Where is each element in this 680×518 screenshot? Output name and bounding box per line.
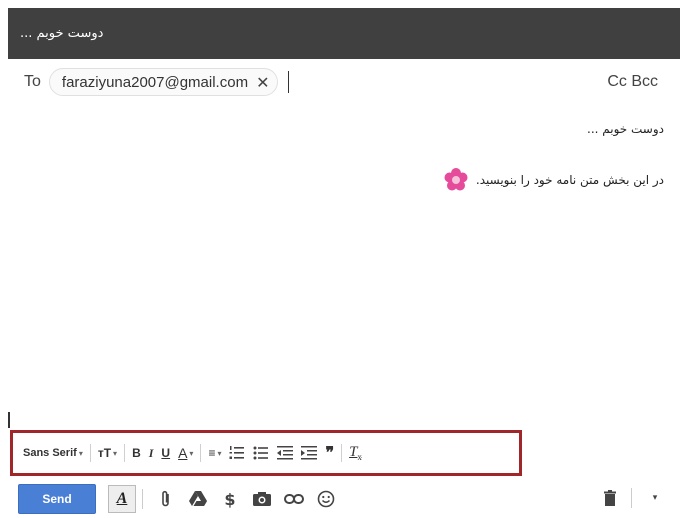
send-button[interactable]: Send [18,484,96,514]
quote-icon: ❞ [325,445,335,462]
divider [124,444,126,462]
close-icon[interactable]: ✕ [256,73,269,92]
insert-photo-button[interactable] [247,485,277,513]
indent-less-button[interactable] [273,439,297,467]
paperclip-icon [162,490,169,507]
bold-button[interactable]: B [128,439,145,467]
message-line-2: در این بخش متن نامه خود را بنویسید. [475,173,664,187]
message-line-1[interactable]: دوست خوبم ... [587,122,664,136]
send-money-button[interactable]: $ [215,485,245,513]
align-button[interactable]: ≡ ▾ [204,439,225,467]
chevron-down-icon: ▾ [113,448,118,458]
attach-button[interactable] [151,485,181,513]
numbered-list-icon [229,446,245,459]
camera-icon [253,492,271,506]
text-color-icon: A [178,445,188,461]
divider [631,488,632,508]
recipients-row[interactable]: To faraziyuna2007@gmail.com ✕ Cc Bcc [8,62,680,102]
discard-draft-button[interactable] [595,484,625,512]
indent-more-button[interactable] [297,439,321,467]
divider [142,489,143,509]
remove-formatting-icon: Tx [349,444,362,462]
chevron-down-icon: ▾ [78,448,83,458]
cc-bcc-link[interactable]: Cc Bcc [607,73,658,91]
indent-less-icon [277,446,294,460]
italic-icon: I [148,445,154,460]
divider [89,444,91,462]
align-left-icon: ≡ [208,446,216,460]
remove-formatting-button[interactable]: Tx [345,439,366,467]
font-size-icon: тT [97,446,112,460]
trash-icon [604,490,616,506]
numbered-list-button[interactable] [225,439,249,467]
underline-icon: U [161,446,171,460]
font-size-button[interactable]: тT ▾ [94,439,121,467]
message-line-2-row[interactable]: در این بخش متن نامه خود را بنویسید. [442,166,664,194]
more-options-button[interactable]: ▾ [640,484,670,512]
formatting-toolbar: Sans Serif ▾ тT ▾ B I U A ▾ ≡ ▾ ❞ Tx [10,430,522,476]
recipient-chip[interactable]: faraziyuna2007@gmail.com ✕ [48,68,279,96]
smiley-icon [317,490,335,508]
flower-icon [444,168,468,191]
right-tools: ▾ [593,484,670,512]
text-cursor [8,412,10,428]
font-family-select[interactable]: Sans Serif ▾ [19,439,87,467]
text-color-button[interactable]: A ▾ [174,439,197,467]
bulleted-list-button[interactable] [249,439,273,467]
divider [200,444,202,462]
recipient-email: faraziyuna2007@gmail.com [61,73,249,91]
insert-link-button[interactable] [279,485,309,513]
link-icon [284,494,304,504]
dollar-icon: $ [224,489,236,509]
chevron-down-icon: ▾ [217,448,222,458]
compose-title: دوست خوبم ... [20,26,104,41]
underline-button[interactable]: U [157,439,174,467]
chevron-down-icon: ▾ [652,493,658,503]
compose-title-bar[interactable]: دوست خوبم ... [8,8,680,59]
drive-button[interactable] [183,485,213,513]
divider [341,444,343,462]
italic-button[interactable]: I [145,439,158,467]
quote-button[interactable]: ❞ [321,439,338,467]
font-family-label: Sans Serif [23,447,77,459]
formatting-options-toggle[interactable]: A [108,485,136,513]
insert-emoji-button[interactable] [311,485,341,513]
indent-more-icon [301,446,318,460]
drive-icon [189,491,207,506]
bold-icon: B [132,446,141,460]
to-label: To [24,73,41,90]
compose-bottom-bar: Send A $ ▾ [8,480,680,518]
bulleted-list-icon [253,446,269,460]
chevron-down-icon: ▾ [189,448,194,458]
text-caret [288,71,290,93]
text-format-icon: A [116,490,128,507]
